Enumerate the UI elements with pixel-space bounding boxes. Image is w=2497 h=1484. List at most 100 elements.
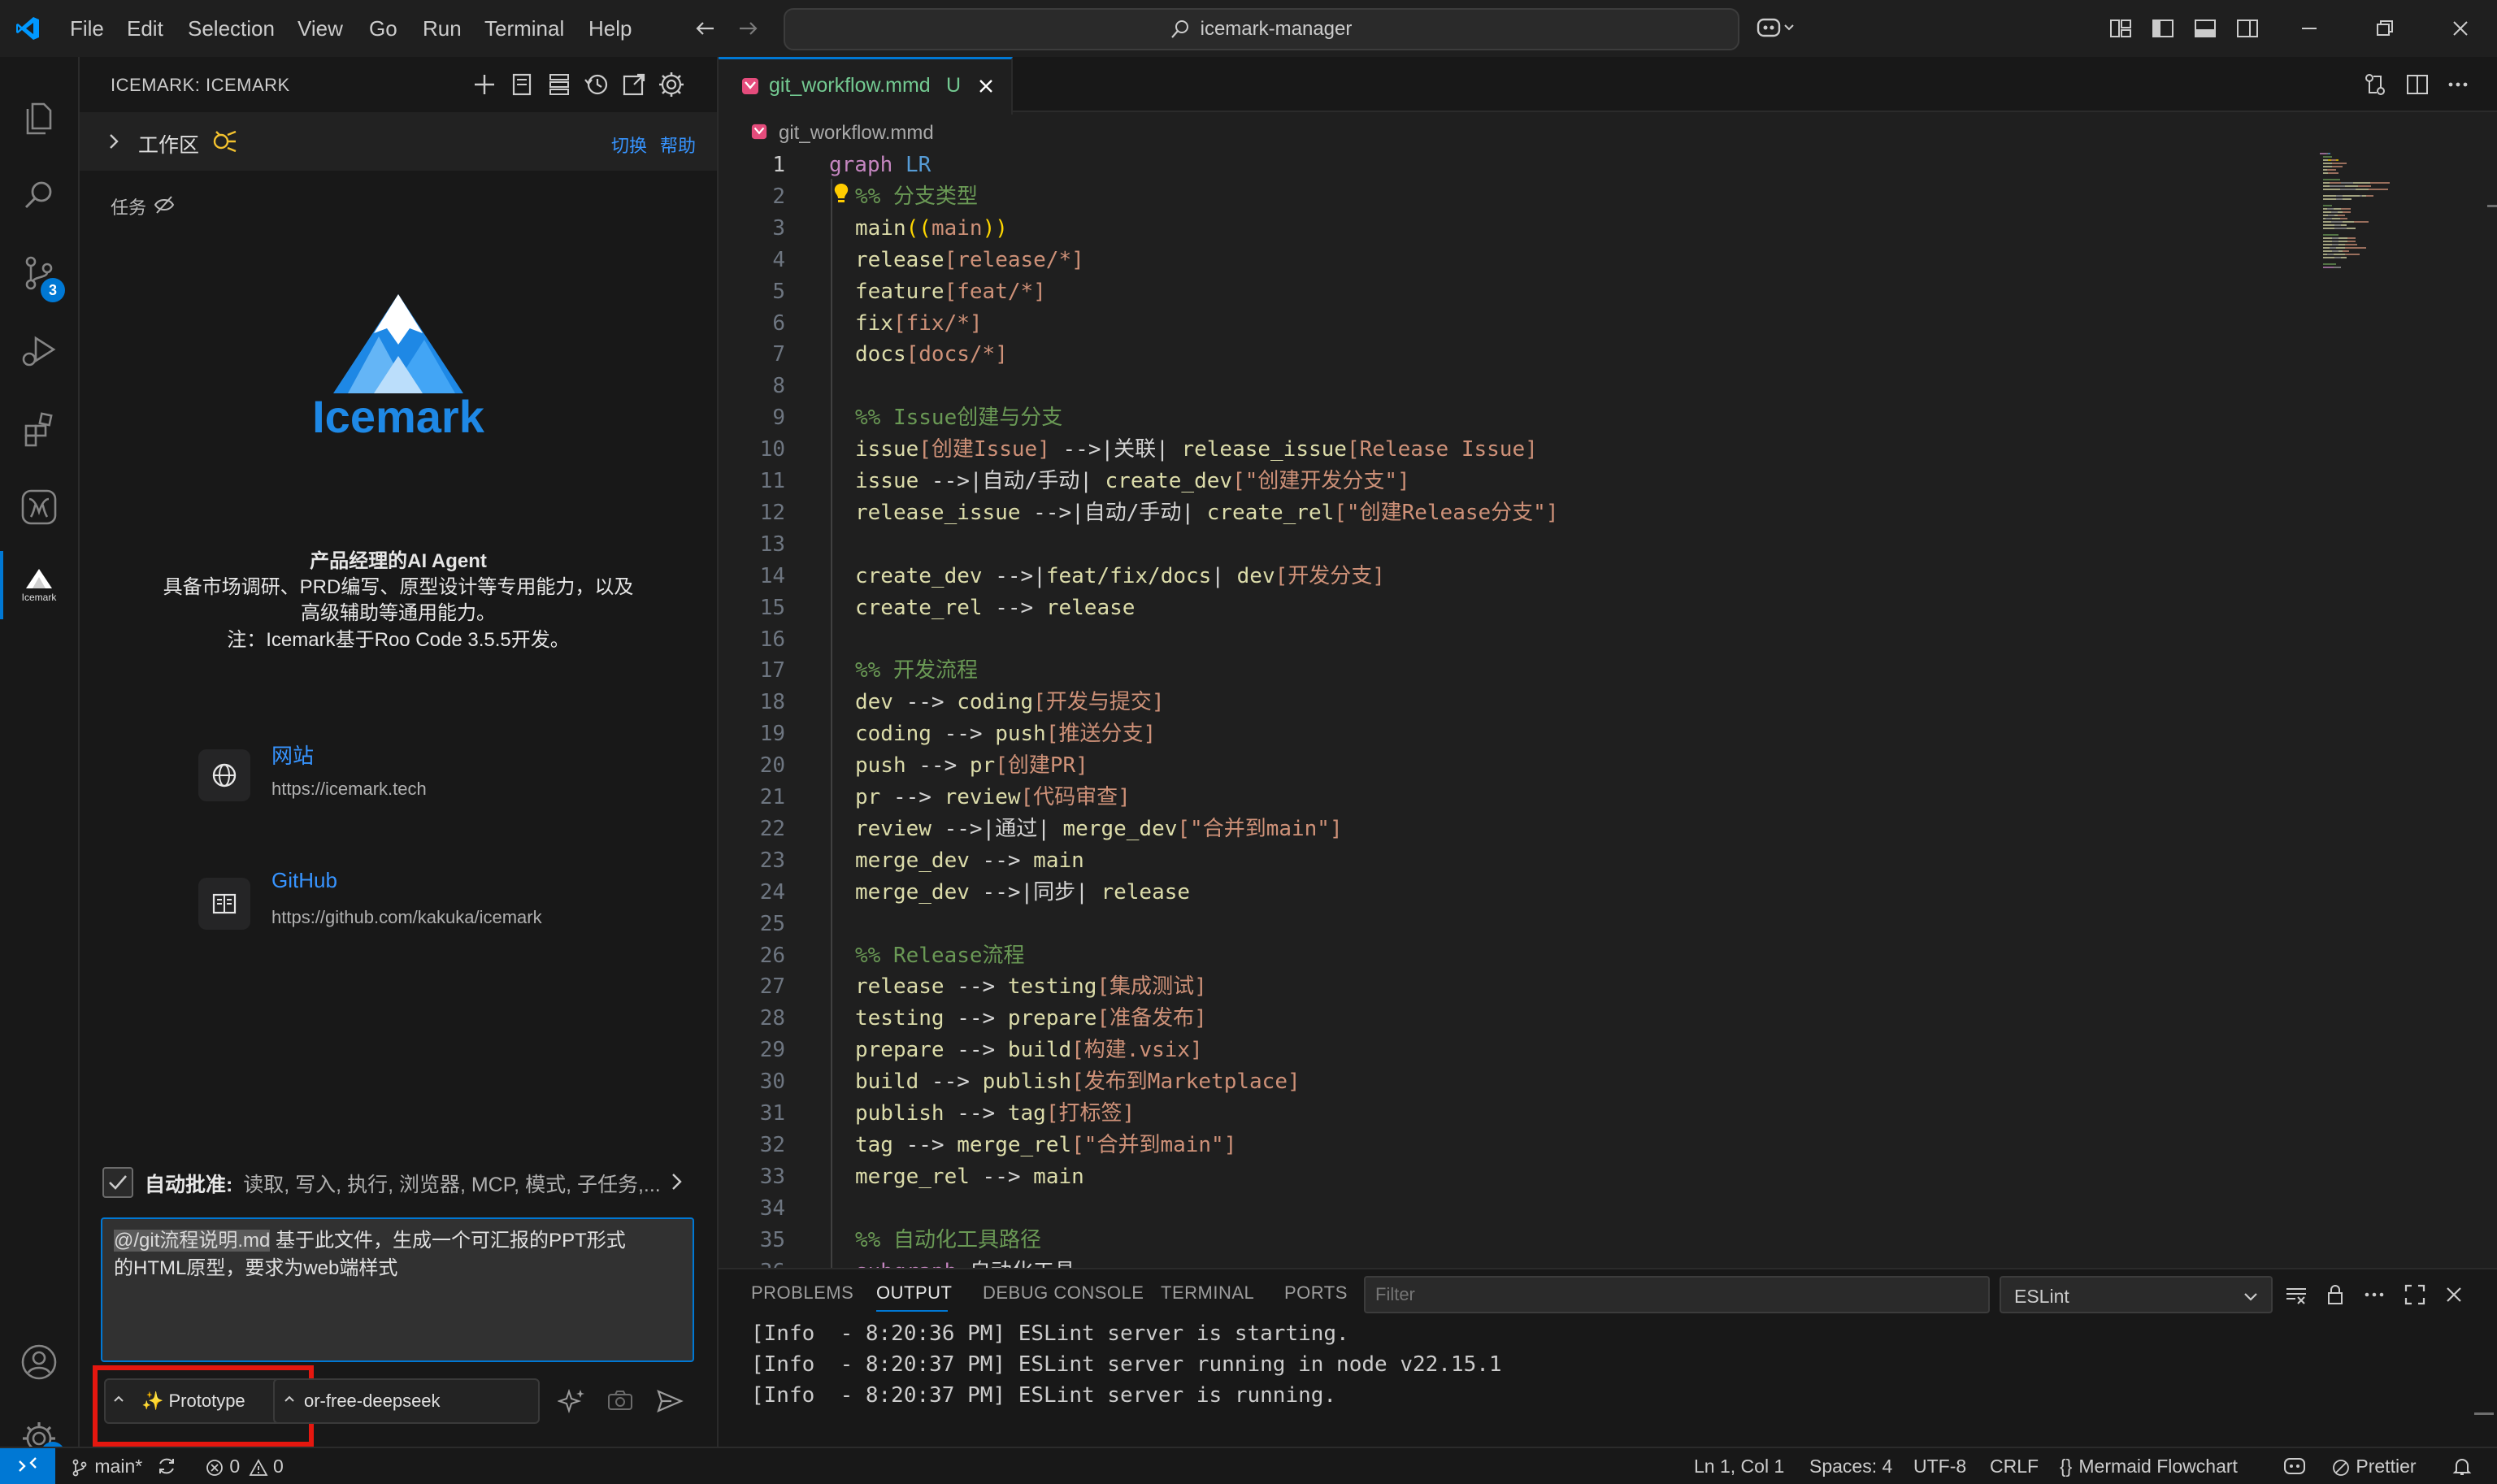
clear-output-icon[interactable] [2284, 1282, 2308, 1307]
minimize-icon[interactable] [2297, 16, 2321, 41]
code-line[interactable]: 25 [719, 909, 2279, 939]
code-line[interactable]: 1 graph LR [719, 150, 2279, 180]
menu-run[interactable]: Run [423, 0, 462, 57]
activity-source-control[interactable]: 3 [0, 236, 78, 309]
code-line[interactable]: 30 build --> publish[发布到Marketplace] [719, 1066, 2279, 1097]
activity-icemark[interactable]: Icemark [0, 548, 78, 621]
website-label[interactable]: 网站 [271, 740, 314, 770]
enhance-prompt-icon[interactable] [558, 1386, 587, 1416]
code-line[interactable]: 33 merge_rel --> main [719, 1161, 2279, 1192]
prettier-item[interactable]: Prettier [2331, 1448, 2417, 1484]
code-line[interactable]: 19 coding --> push[推送分支] [719, 718, 2279, 749]
code-line[interactable]: 31 publish --> tag[打标签] [719, 1098, 2279, 1129]
tab-terminal[interactable]: TERMINAL [1161, 1282, 1254, 1304]
code-line[interactable]: 4 release[release/*] [719, 245, 2279, 276]
code-line[interactable]: 18 dev --> coding[开发与提交] [719, 687, 2279, 718]
maximize-panel-icon[interactable] [2403, 1282, 2427, 1307]
website-card[interactable]: 网站 https://icemark.tech [198, 740, 605, 829]
prompts-icon[interactable] [506, 68, 538, 101]
tab-git-workflow[interactable]: git_workflow.mmd U [719, 57, 1013, 115]
history-icon[interactable] [580, 68, 613, 101]
eye-closed-icon[interactable] [153, 193, 176, 216]
code-editor[interactable]: 1 graph LR 2%% 分支类型 3 main((main)) 4 release[r… [719, 150, 2279, 1320]
website-url[interactable]: https://icemark.tech [271, 779, 427, 800]
activity-mermaid[interactable] [0, 470, 78, 543]
activity-search[interactable] [0, 158, 78, 231]
menu-selection[interactable]: Selection [188, 0, 275, 57]
github-card[interactable]: GitHub https://github.com/kakuka/icemark [198, 868, 654, 957]
help-link[interactable]: 帮助 [660, 132, 696, 158]
output-filter-input[interactable] [1364, 1276, 1990, 1313]
auto-approve-row[interactable]: 自动批准: 读取, 写入, 执行, 浏览器, MCP, 模式, 子任务,... [145, 1169, 661, 1198]
code-line[interactable]: 35 %% 自动化工具路径 [719, 1225, 2279, 1256]
menu-terminal[interactable]: Terminal [484, 0, 564, 57]
tab-debug-console[interactable]: DEBUG CONSOLE [983, 1282, 1144, 1304]
nav-forward-icon[interactable] [736, 16, 761, 41]
more-actions-icon[interactable] [2445, 72, 2471, 98]
tab-ports[interactable]: PORTS [1284, 1282, 1348, 1304]
code-line[interactable]: 9 %% Issue创建与分支 [719, 402, 2279, 433]
menu-help[interactable]: Help [588, 0, 632, 57]
code-line[interactable]: 13 [719, 529, 2279, 560]
sync-icon[interactable] [156, 1456, 177, 1477]
code-line[interactable]: 3 main((main)) [719, 213, 2279, 244]
open-changes-icon[interactable] [2362, 72, 2388, 98]
toggle-primary-sidebar-icon[interactable] [2151, 16, 2175, 41]
github-label[interactable]: GitHub [271, 868, 337, 893]
code-line[interactable]: 11 issue -->|自动/手动| create_dev["创建开发分支"] [719, 466, 2279, 497]
github-url[interactable]: https://github.com/kakuka/icemark [271, 907, 542, 928]
code-line[interactable]: 2 %% 分支类型 [719, 181, 2279, 212]
code-line[interactable]: 17 %% 开发流程 [719, 655, 2279, 686]
workspace-row[interactable]: 工作区 切换 帮助 [80, 112, 717, 171]
copilot-icon[interactable] [1756, 15, 1795, 42]
problems-item[interactable]: 0 0 [205, 1448, 284, 1484]
output-channel-select[interactable]: ESLint [2000, 1276, 2273, 1313]
camera-icon[interactable] [606, 1388, 634, 1414]
code-line[interactable]: 7 docs[docs/*] [719, 339, 2279, 370]
code-line[interactable]: 8 [719, 371, 2279, 401]
line-ending[interactable]: CRLF [1990, 1448, 2039, 1484]
menu-edit[interactable]: Edit [127, 0, 163, 57]
auto-approve-checkbox[interactable] [102, 1167, 133, 1198]
tab-problems[interactable]: PROBLEMS [751, 1282, 853, 1304]
code-line[interactable]: 6 fix[fix/*] [719, 308, 2279, 339]
code-line[interactable]: 16 [719, 624, 2279, 655]
code-line[interactable]: 34 [719, 1193, 2279, 1224]
chat-input[interactable]: @/git流程说明.md 基于此文件，生成一个可汇报的PPT形式 的HTML原型… [101, 1217, 694, 1362]
activity-accounts[interactable] [0, 1325, 78, 1398]
activity-explorer[interactable] [0, 80, 78, 153]
indentation[interactable]: Spaces: 4 [1809, 1448, 1892, 1484]
activity-run-debug[interactable] [0, 314, 78, 387]
code-line[interactable]: 24 merge_dev -->|同步| release [719, 877, 2279, 908]
scrollbar[interactable] [2487, 150, 2497, 1268]
code-line[interactable]: 28 testing --> prepare[准备发布] [719, 1003, 2279, 1034]
code-line[interactable]: 29 prepare --> build[构建.vsix] [719, 1035, 2279, 1065]
code-line[interactable]: 15 create_rel --> release [719, 592, 2279, 623]
model-selector[interactable]: or-free-deepseek [273, 1378, 540, 1424]
code-line[interactable]: 21 pr --> review[代码审查] [719, 782, 2279, 813]
code-line[interactable]: 27 release --> testing[集成测试] [719, 971, 2279, 1002]
split-editor-icon[interactable] [2404, 72, 2430, 98]
settings-gear-icon[interactable] [655, 68, 688, 101]
close-panel-icon[interactable] [2442, 1282, 2466, 1307]
close-window-icon[interactable] [2448, 16, 2473, 41]
menu-file[interactable]: File [70, 0, 104, 57]
copilot-status-icon[interactable] [2282, 1455, 2307, 1477]
open-in-editor-icon[interactable] [618, 68, 650, 101]
code-line[interactable]: 14 create_dev -->|feat/fix/docs| dev[开发分支… [719, 561, 2279, 592]
switch-link[interactable]: 切换 [611, 132, 647, 158]
code-line[interactable]: 20 push --> pr[创建PR] [719, 750, 2279, 781]
code-line[interactable]: 23 merge_dev --> main [719, 845, 2279, 876]
code-line[interactable]: 5 feature[feat/*] [719, 276, 2279, 307]
breadcrumb-file[interactable]: git_workflow.mmd [779, 122, 934, 145]
new-task-icon[interactable] [468, 68, 501, 101]
panel-more-icon[interactable] [2362, 1282, 2386, 1307]
close-tab-icon[interactable] [975, 76, 997, 97]
lightbulb-icon[interactable] [832, 182, 850, 206]
tab-output[interactable]: OUTPUT [876, 1282, 952, 1304]
mode-selector[interactable]: ✨ Prototype [104, 1378, 289, 1424]
remote-indicator[interactable] [0, 1448, 55, 1484]
menu-view[interactable]: View [297, 0, 343, 57]
customize-layout-icon[interactable] [2108, 16, 2133, 41]
menu-go[interactable]: Go [369, 0, 397, 57]
